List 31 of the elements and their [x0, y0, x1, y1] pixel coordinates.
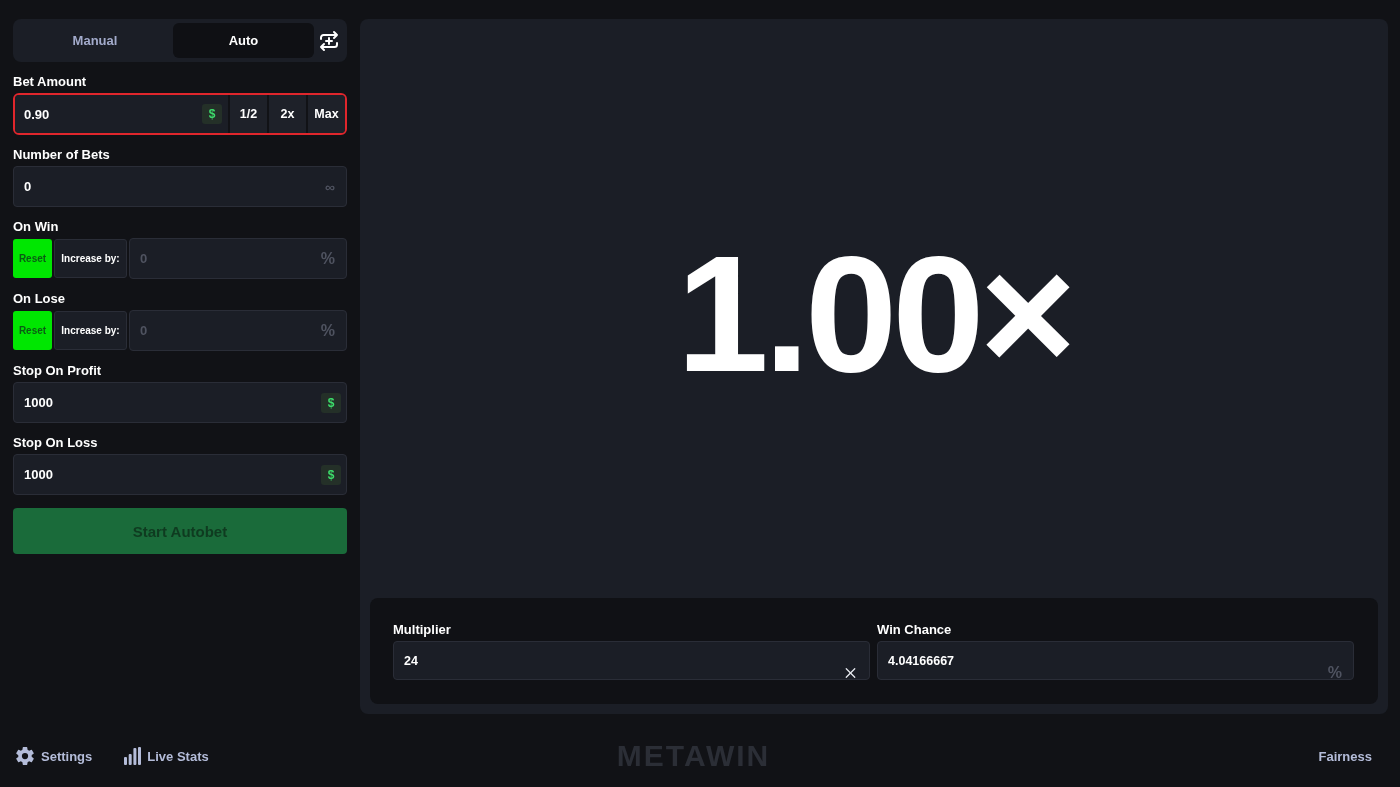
- gear-icon: [15, 746, 35, 766]
- field-label: Win Chance: [877, 622, 953, 638]
- field-label: On Win: [13, 219, 60, 235]
- currency-badge: $: [321, 464, 341, 485]
- field-label: Number of Bets: [13, 147, 111, 163]
- bet-amount-field[interactable]: 0.90 $ 1/2 2x Max: [13, 93, 347, 135]
- mode-tab[interactable]: Manual: [17, 23, 173, 58]
- currency-badge: $: [321, 392, 341, 413]
- percent-sign: %: [1327, 664, 1342, 681]
- infinity-symbol: ∞: [325, 179, 335, 194]
- field-label: Stop On Loss: [13, 435, 99, 451]
- fairness-link[interactable]: Fairness: [1318, 748, 1372, 764]
- live-stats-link[interactable]: Live Stats: [124, 747, 209, 765]
- swap-arrows-icon[interactable]: [317, 29, 340, 52]
- multiplier-input[interactable]: 24: [393, 641, 870, 680]
- settings-link[interactable]: Settings: [15, 746, 93, 766]
- field-label: Stop On Profit: [13, 363, 103, 379]
- field-label: Bet Amount: [13, 74, 88, 90]
- result-multiplier: 1.00×: [676, 230, 1072, 397]
- bet-adjust-button[interactable]: Max: [306, 95, 345, 133]
- field-label: On Lose: [13, 291, 66, 307]
- reset-button[interactable]: Reset: [13, 239, 52, 278]
- percent-sign: %: [320, 250, 335, 267]
- reset-button[interactable]: Reset: [13, 311, 52, 350]
- increase-by-button[interactable]: Increase by:: [54, 311, 127, 350]
- percent-sign: %: [320, 322, 335, 339]
- mode-tab[interactable]: Auto: [173, 23, 314, 58]
- increase-by-button[interactable]: Increase by:: [54, 239, 127, 278]
- bar-chart-icon: [124, 747, 142, 765]
- field-label: Multiplier: [393, 622, 452, 638]
- currency-badge: $: [202, 104, 222, 124]
